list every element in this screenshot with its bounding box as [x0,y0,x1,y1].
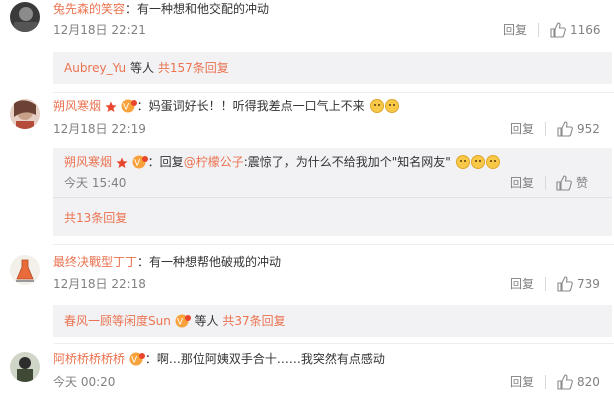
emoji-icon [485,155,500,169]
comment-text: ：有一种想帮他破戒的冲动 [137,255,282,269]
like-count: 739 [577,277,600,291]
comment-text-line: 朔风寒烟 V ：妈蛋词好长！！听得我差点一口气上不来 [53,98,399,114]
reply-summary-box: 春风一顾等闲度Sun V 等人 共37条回复 [53,305,612,337]
reply-summary-box: Aubrey_Yu 等人 共157条回复 [53,52,612,84]
divider [545,277,546,291]
divider [545,375,546,389]
timestamp: 12月18日 22:18 [53,277,146,291]
like-thumb-icon [550,22,566,38]
emoji-icon [369,99,384,113]
like-count: 952 [577,122,600,136]
like-button[interactable]: 赞 [556,175,588,191]
reply-text-line: 朔风寒烟 V ：回复@柠檬公子:震惊了，为什么不给我加个"知名网友" [64,154,500,170]
username-link[interactable]: 朔风寒烟 [53,99,101,113]
comment-text: ：妈蛋词好长！！听得我差点一口气上不来 [136,99,365,113]
svg-text:V: V [134,159,141,169]
comment-text-line: 兔先森的笑容：有一种想和他交配的冲动 [53,1,269,17]
vip-badge-icon: V [129,352,145,366]
like-button[interactable]: 952 [557,121,600,137]
username-link[interactable]: 兔先森的笑容 [53,2,125,16]
comment-text-line: 最终决戰型丁丁：有一种想帮他破戒的冲动 [53,254,281,270]
like-thumb-icon [557,374,573,390]
star-icon [116,157,128,168]
like-label: 赞 [576,176,589,190]
reply-button[interactable]: 回复 [510,276,534,292]
timestamp: 今天 00:20 [53,375,116,389]
divider [53,244,614,245]
vip-badge-icon: V [132,155,148,169]
divider [545,176,546,190]
username-link[interactable]: 阿桥桥桥桥桥 [53,352,125,366]
reply-timestamp: 今天 15:40 [64,176,127,190]
like-thumb-icon [557,276,573,292]
more-replies-link[interactable]: 共13条回复 [64,210,127,226]
reply-text: :震惊了，为什么不给我加个"知名网友" [243,155,451,169]
reply-box: 朔风寒烟 V ：回复@柠檬公子:震惊了，为什么不给我加个"知名网友" 今天 15:… [53,148,612,236]
username-link[interactable]: 最终决戰型丁丁 [53,255,137,269]
reply-summary[interactable]: 春风一顾等闲度Sun V 等人 共37条回复 [64,313,286,329]
reply-count-link[interactable]: 共37条回复 [222,314,285,328]
divider [53,197,612,198]
svg-text:V: V [177,318,184,328]
emoji-icon [470,155,485,169]
avatar[interactable] [10,255,40,285]
like-thumb-icon [556,175,572,191]
reply-button[interactable]: 回复 [503,22,527,38]
reply-summary[interactable]: Aubrey_Yu 等人 共157条回复 [64,60,229,76]
avatar[interactable] [10,352,40,382]
vip-badge-icon: V [175,314,191,328]
reply-button[interactable]: 回复 [510,374,534,390]
comment-text: ：有一种想和他交配的冲动 [125,2,270,16]
svg-text:V: V [131,356,138,366]
like-count: 1166 [570,23,601,37]
emoji-icon [384,99,399,113]
avatar[interactable] [10,99,40,129]
like-button[interactable]: 739 [557,276,600,292]
like-button[interactable]: 820 [557,374,600,390]
reply-username[interactable]: Aubrey_Yu [64,61,126,75]
divider [53,343,614,344]
comment-text-line: 阿桥桥桥桥桥 V ：啊…那位阿姨双手合十……我突然有点感动 [53,351,385,367]
reply-button[interactable]: 回复 [510,175,534,191]
svg-text:V: V [123,103,130,113]
reply-username[interactable]: 朔风寒烟 [64,155,112,169]
reply-prefix: ：回复 [147,155,184,169]
reply-button[interactable]: 回复 [510,121,534,137]
comment-text: ：啊…那位阿姨双手合十……我突然有点感动 [144,352,385,366]
like-button[interactable]: 1166 [550,22,601,38]
avatar[interactable] [10,2,40,32]
divider [538,23,539,37]
timestamp: 12月18日 22:21 [53,23,146,37]
like-count: 820 [577,375,600,389]
divider [545,122,546,136]
vip-badge-icon: V [121,99,137,113]
timestamp: 12月18日 22:19 [53,122,146,136]
mention-link[interactable]: @柠檬公子 [184,155,244,169]
like-thumb-icon [557,121,573,137]
star-icon [105,101,117,112]
reply-count-link[interactable]: 共157条回复 [158,61,229,75]
divider [53,92,614,93]
emoji-icon [455,155,470,169]
reply-username[interactable]: 春风一顾等闲度Sun [64,314,171,328]
reply-suffix: 等人 [190,314,219,328]
reply-suffix: 等人 [126,61,154,75]
